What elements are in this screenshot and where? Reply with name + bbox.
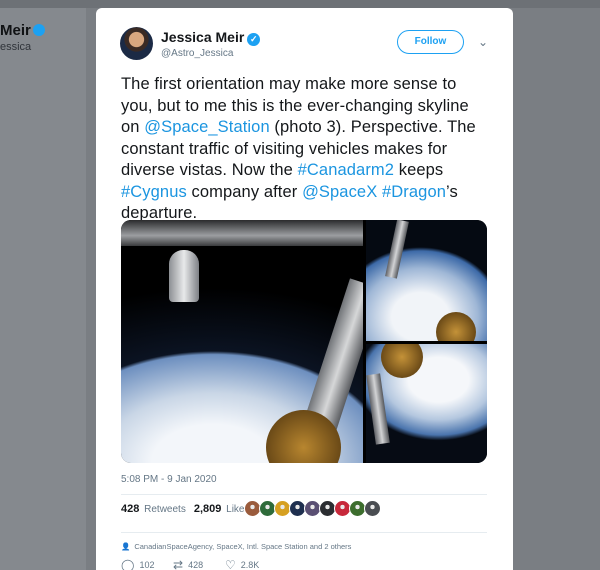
retweets-stat[interactable]: 428 Retweets (121, 503, 186, 515)
retweet-button[interactable]: ⇄ 428 (173, 558, 203, 570)
chevron-down-icon[interactable]: ⌄ (475, 34, 491, 50)
reply-button[interactable]: ◯ 102 (121, 558, 154, 570)
author-name[interactable]: Jessica Meir (161, 29, 244, 45)
background-author-name: Meir (0, 22, 31, 39)
author-handle[interactable]: @Astro_Jessica (161, 48, 233, 59)
tweet-timestamp[interactable]: 5:08 PM - 9 Jan 2020 (121, 474, 217, 485)
retweet-arrows-icon: ⇄ (173, 558, 184, 570)
hashtag-canadarm2[interactable]: #Canadarm2 (298, 161, 394, 179)
mention-space-station[interactable]: @Space_Station (144, 118, 269, 136)
tweet-modal: Jessica Meir ✓ @Astro_Jessica Follow ⌄ Th… (96, 8, 513, 570)
background-top-strip (0, 0, 600, 8)
divider (121, 532, 487, 533)
liker-avatar[interactable] (364, 500, 381, 517)
photo-3[interactable] (366, 344, 487, 463)
speech-bubble-icon: ◯ (121, 558, 135, 570)
follow-button[interactable]: Follow (397, 30, 464, 54)
background-author-handle: essica (0, 41, 32, 53)
verified-icon (32, 24, 45, 36)
avatar[interactable] (120, 27, 153, 60)
photo-grid (121, 220, 487, 463)
background-tweet-card: Meir essica (0, 8, 86, 570)
likes-stat[interactable]: 2,809 Likes (194, 503, 250, 515)
verified-icon: ✓ (247, 33, 261, 46)
heart-icon: ♡ (225, 558, 236, 570)
photo-2[interactable] (366, 220, 487, 341)
tweet-stats: 428 Retweets 2,809 Likes (121, 503, 250, 515)
photo-1[interactable] (121, 220, 363, 463)
hashtag-cygnus[interactable]: #Cygnus (121, 183, 187, 201)
tagged-users[interactable]: 👤 CanadianSpaceAgency, SpaceX, Intl. Spac… (121, 542, 351, 551)
hashtag-dragon[interactable]: #Dragon (382, 183, 446, 201)
person-icon: 👤 (121, 542, 131, 551)
divider (121, 494, 487, 495)
like-button[interactable]: ♡ 2.8K (225, 558, 259, 570)
tweet-text: The first orientation may make more sens… (121, 75, 476, 222)
mention-spacex[interactable]: @SpaceX (302, 183, 377, 201)
